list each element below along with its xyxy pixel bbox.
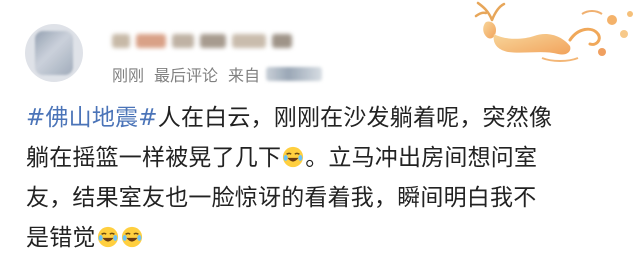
source-prefix: 来自 <box>228 66 261 85</box>
username-blurred[interactable] <box>112 30 322 52</box>
hashtag-link[interactable]: #佛山地震# <box>26 105 158 131</box>
blur-block <box>136 34 166 48</box>
last-comment-label: 最后评论 <box>154 66 219 85</box>
blur-block <box>232 34 266 48</box>
post-time: 刚刚 <box>112 66 145 85</box>
content-text: 是错觉 <box>26 225 96 251</box>
content-line-3: 友，结果室友也一脸惊讶的看着我，瞬间明白我不 <box>26 178 621 218</box>
laugh-cry-emoji-icon <box>121 226 142 248</box>
laugh-cry-emoji-icon <box>283 146 304 168</box>
source-blurred[interactable] <box>266 67 323 81</box>
content-line-4: 是错觉 <box>26 218 621 258</box>
post-card: 刚刚 最后评论 来自 #佛山地震#人在白云，刚刚在沙发躺着呢，突然像 躺在摇篮一… <box>0 0 641 270</box>
content-line-1: #佛山地震#人在白云，刚刚在沙发躺着呢，突然像 <box>26 98 621 138</box>
avatar[interactable] <box>25 24 83 82</box>
post-meta: 刚刚 最后评论 来自 <box>112 64 323 85</box>
blur-block <box>172 34 194 48</box>
content-line-2: 躺在摇篮一样被晃了几下 。立马冲出房间想问室 <box>26 138 621 178</box>
post-content: #佛山地震#人在白云，刚刚在沙发躺着呢，突然像 躺在摇篮一样被晃了几下 。立马冲出… <box>26 98 621 258</box>
content-text: 。立马冲出房间想问室 <box>305 145 538 171</box>
deer-decoration-icon <box>474 1 633 62</box>
content-text: 人在白云，刚刚在沙发躺着呢，突然像 <box>157 105 553 131</box>
blur-block <box>112 34 130 48</box>
blur-block <box>272 34 292 48</box>
avatar-image-blurred <box>35 31 73 75</box>
laugh-cry-emoji-icon <box>97 226 118 248</box>
content-text: 友，结果室友也一脸惊讶的看着我，瞬间明白我不 <box>26 185 537 211</box>
blur-block <box>200 34 226 48</box>
content-text: 躺在摇篮一样被晃了几下 <box>26 145 282 171</box>
